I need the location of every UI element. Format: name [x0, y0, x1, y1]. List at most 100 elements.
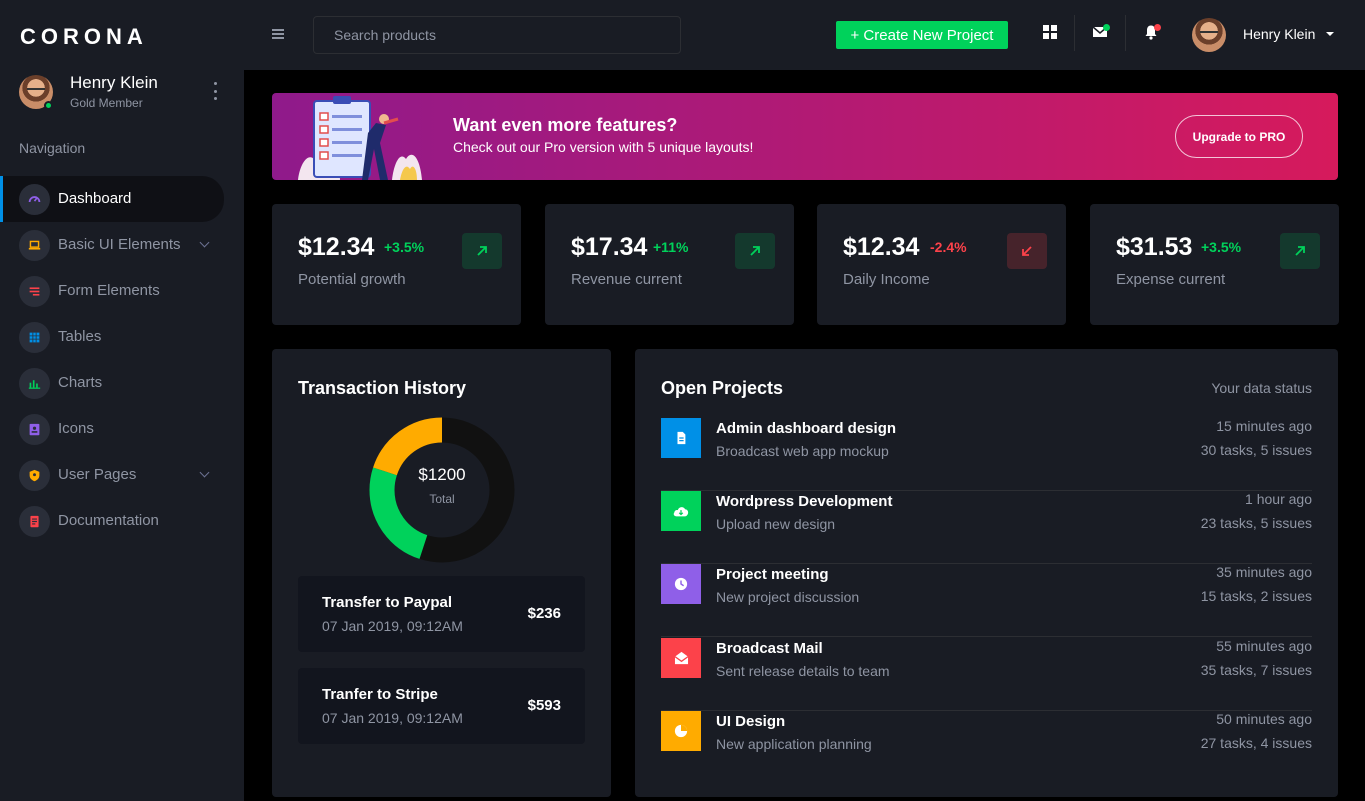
- project-item[interactable]: Project meeting New project discussion 3…: [661, 564, 1312, 637]
- sidebar: CORONA Henry Klein Gold Member Navigatio…: [0, 0, 244, 801]
- project-tasks: 15 tasks, 2 issues: [1200, 588, 1312, 604]
- project-title: Broadcast Mail: [716, 640, 823, 657]
- arrow-up-right-icon: [735, 233, 775, 269]
- sidebar-item-label: Basic UI Elements: [58, 236, 181, 253]
- project-tasks: 27 tasks, 4 issues: [1200, 735, 1312, 751]
- stat-value: $17.34: [571, 233, 648, 261]
- donut-svg: [369, 417, 515, 563]
- stat-delta: +11%: [653, 239, 689, 255]
- transaction-amount: $593: [527, 697, 561, 714]
- file-icon: [661, 418, 701, 458]
- notification-badge-dot: [1154, 24, 1161, 31]
- card-title: Transaction History: [298, 378, 467, 398]
- stat-card-potential-growth: $12.34 +3.5% Potential growth: [272, 204, 521, 325]
- promo-banner: Want even more features? Check out our P…: [272, 93, 1338, 180]
- search-input[interactable]: [313, 16, 681, 54]
- grid-icon[interactable]: [1042, 24, 1058, 40]
- email-open-icon: [661, 638, 701, 678]
- donut-chart: $1200 Total: [369, 417, 515, 563]
- nav-heading: Navigation: [19, 140, 86, 156]
- project-title: Project meeting: [716, 566, 829, 583]
- sidebar-item-label: Documentation: [58, 512, 159, 529]
- transaction-date: 07 Jan 2019, 09:12AM: [322, 618, 463, 634]
- user-name: Henry Klein: [1243, 26, 1316, 42]
- arrow-down-left-icon: [1007, 233, 1047, 269]
- transaction-item[interactable]: Transfer to Paypal 07 Jan 2019, 09:12AM …: [298, 576, 585, 652]
- project-title: Wordpress Development: [716, 493, 893, 510]
- profile-role: Gold Member: [70, 96, 143, 110]
- project-item[interactable]: Broadcast Mail Sent release details to t…: [661, 638, 1312, 711]
- avatar: [1192, 18, 1226, 52]
- transaction-history-card: Transaction History $1200 Total Transfer…: [272, 349, 611, 797]
- sidebar-item-label: Form Elements: [58, 282, 160, 299]
- stat-card-daily-income: $12.34 -2.4% Daily Income: [817, 204, 1066, 325]
- open-projects-card: Open Projects Your data status Admin das…: [635, 349, 1338, 797]
- menu-toggle-icon[interactable]: [272, 29, 284, 39]
- donut-total-label: Total: [429, 492, 455, 506]
- bar-chart-icon: [19, 368, 50, 399]
- sidebar-item-charts[interactable]: Charts: [0, 360, 244, 406]
- sidebar-nav: Dashboard Basic UI Elements Form Element…: [0, 176, 244, 544]
- project-item[interactable]: Wordpress Development Upload new design …: [661, 491, 1312, 564]
- sidebar-item-label: Tables: [58, 328, 102, 345]
- project-subtitle: Upload new design: [716, 516, 836, 532]
- topbar-divider: [1125, 15, 1126, 51]
- laptop-icon: [19, 230, 50, 261]
- stat-delta: +3.5%: [1201, 239, 1242, 255]
- profile-name: Henry Klein: [70, 73, 158, 92]
- sidebar-item-icons[interactable]: Icons: [0, 406, 244, 452]
- stat-label: Revenue current: [571, 271, 682, 288]
- sidebar-item-label: User Pages: [58, 466, 137, 483]
- card-title: Open Projects: [661, 378, 784, 398]
- sidebar-item-user-pages[interactable]: User Pages: [0, 452, 244, 498]
- project-subtitle: Broadcast web app mockup: [716, 443, 889, 459]
- brand-logo[interactable]: CORONA: [20, 24, 148, 50]
- stat-value: $12.34: [298, 233, 375, 261]
- data-status-label: Your data status: [1211, 380, 1312, 396]
- upgrade-button[interactable]: Upgrade to PRO: [1175, 115, 1303, 158]
- table-icon: [19, 322, 50, 353]
- stat-label: Potential growth: [298, 271, 406, 288]
- banner-subtitle: Check out our Pro version with 5 unique …: [453, 139, 754, 155]
- sidebar-item-tables[interactable]: Tables: [0, 314, 244, 360]
- clock-icon: [661, 564, 701, 604]
- topbar-divider: [1074, 15, 1075, 51]
- arrow-up-right-icon: [462, 233, 502, 269]
- sidebar-item-basic-ui[interactable]: Basic UI Elements: [0, 222, 244, 268]
- user-dropdown[interactable]: Henry Klein: [1192, 17, 1352, 53]
- form-list-icon: [19, 276, 50, 307]
- project-time: 55 minutes ago: [1216, 638, 1312, 654]
- transaction-item[interactable]: Tranfer to Stripe 07 Jan 2019, 09:12AM $…: [298, 668, 585, 744]
- project-time: 1 hour ago: [1245, 491, 1312, 507]
- banner-title: Want even more features?: [453, 115, 678, 135]
- cloud-download-icon: [661, 491, 701, 531]
- sidebar-item-dashboard[interactable]: Dashboard: [0, 176, 224, 222]
- chevron-down-icon: [199, 237, 210, 248]
- project-time: 50 minutes ago: [1216, 711, 1312, 727]
- transaction-date: 07 Jan 2019, 09:12AM: [322, 710, 463, 726]
- sidebar-profile: Henry Klein Gold Member: [19, 72, 229, 112]
- stat-value: $12.34: [843, 233, 920, 261]
- project-subtitle: Sent release details to team: [716, 663, 890, 679]
- project-item[interactable]: Admin dashboard design Broadcast web app…: [661, 418, 1312, 491]
- project-tasks: 23 tasks, 5 issues: [1200, 515, 1312, 531]
- project-time: 35 minutes ago: [1216, 564, 1312, 580]
- project-title: UI Design: [716, 713, 786, 730]
- project-subtitle: New application planning: [716, 736, 872, 752]
- project-tasks: 30 tasks, 5 issues: [1200, 442, 1312, 458]
- sidebar-item-documentation[interactable]: Documentation: [0, 498, 244, 544]
- stat-label: Expense current: [1116, 271, 1226, 288]
- stat-delta: +3.5%: [384, 239, 425, 255]
- project-tasks: 35 tasks, 7 issues: [1200, 662, 1312, 678]
- sidebar-item-form-elements[interactable]: Form Elements: [0, 268, 244, 314]
- dashboard-app: CORONA Henry Klein Gold Member Navigatio…: [0, 0, 1365, 801]
- stat-card-expense-current: $31.53 +3.5% Expense current: [1090, 204, 1339, 325]
- stat-card-revenue-current: $17.34 +11% Revenue current: [545, 204, 794, 325]
- create-project-button[interactable]: + Create New Project: [836, 21, 1008, 49]
- topbar: + Create New Project Henry Klein: [244, 0, 1365, 70]
- more-vertical-icon[interactable]: [210, 82, 220, 100]
- project-item[interactable]: UI Design New application planning 50 mi…: [661, 711, 1312, 784]
- stat-delta: -2.4%: [930, 239, 967, 255]
- transaction-amount: $236: [527, 605, 561, 622]
- sidebar-item-label: Charts: [58, 374, 103, 391]
